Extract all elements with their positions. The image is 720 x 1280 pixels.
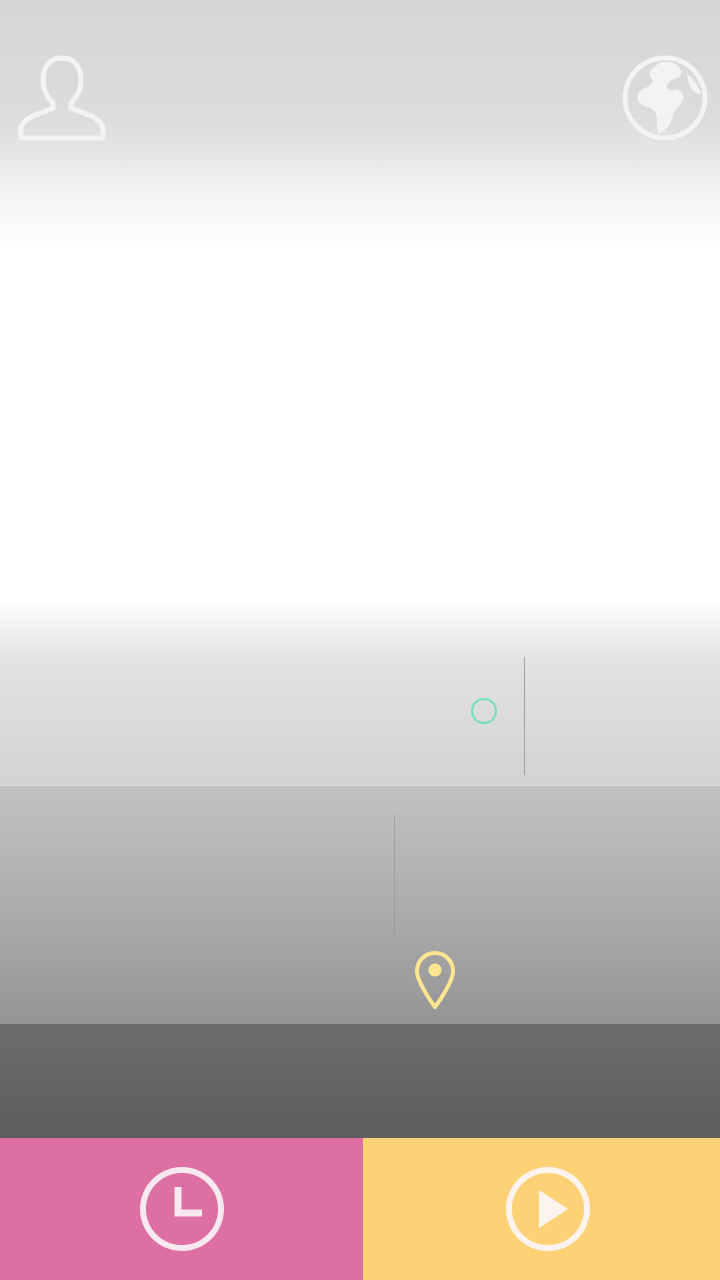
- app-screen: [0, 0, 720, 1280]
- guide-line: [394, 814, 395, 932]
- target-circle-icon[interactable]: [471, 698, 497, 724]
- map-pin-icon[interactable]: [414, 950, 456, 1012]
- clock-icon: [140, 1167, 224, 1251]
- play-button[interactable]: [363, 1138, 720, 1280]
- guide-line: [524, 657, 525, 775]
- map-lower-section: [0, 785, 720, 1026]
- user-outline-icon[interactable]: [18, 54, 106, 142]
- play-icon: [506, 1167, 590, 1251]
- globe-icon[interactable]: [621, 54, 709, 142]
- bottom-action-bar: [0, 1138, 720, 1280]
- history-button[interactable]: [0, 1138, 363, 1280]
- map-dark-overlay: [0, 1024, 720, 1138]
